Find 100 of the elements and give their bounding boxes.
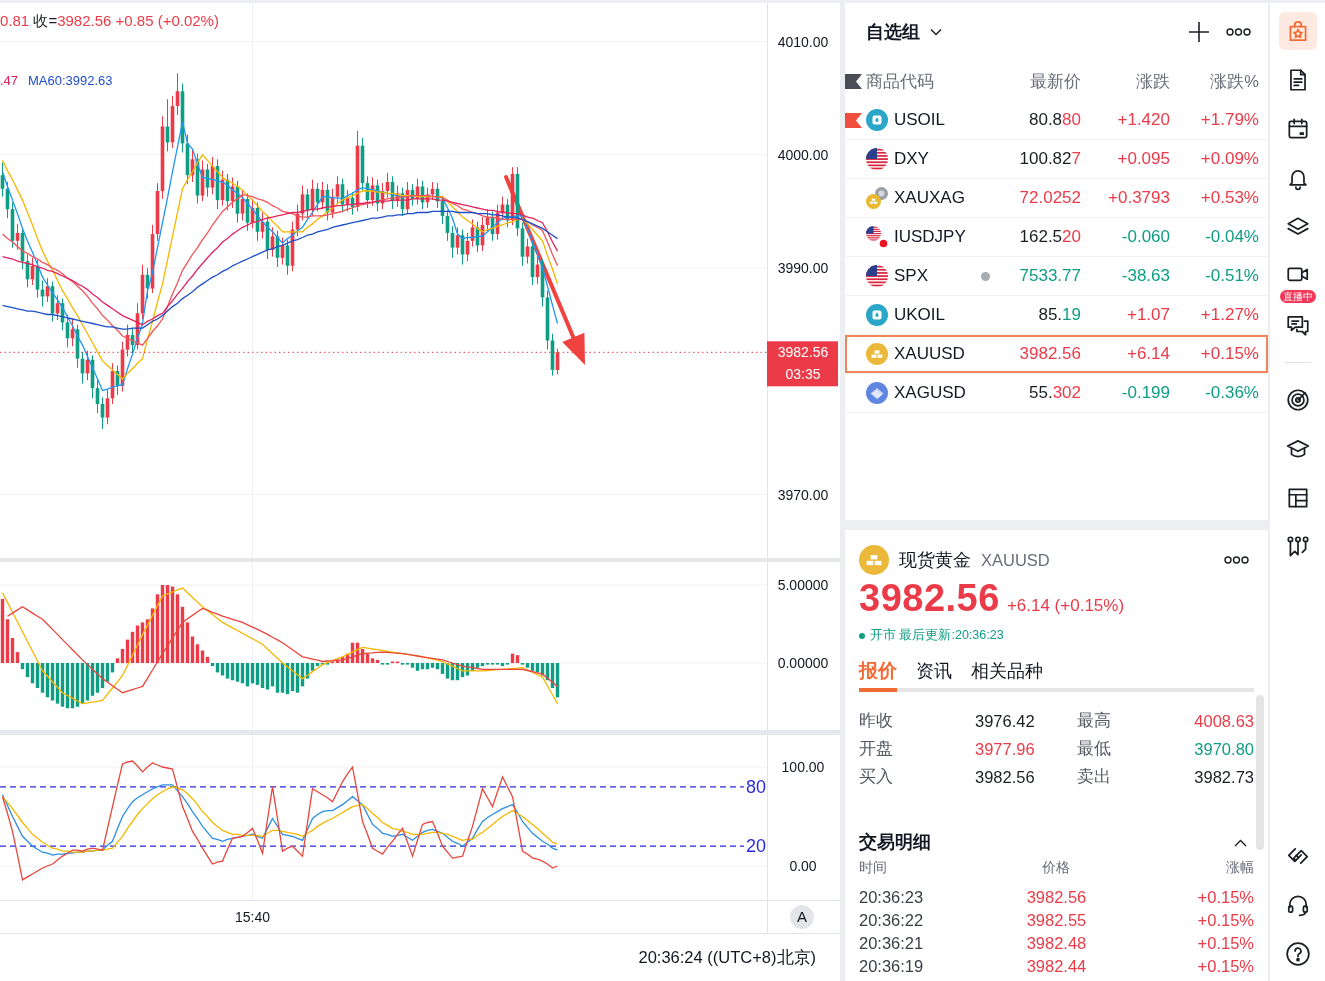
- change-text: +0.3793: [1107, 187, 1170, 210]
- ingots-coin-icon: [866, 343, 888, 365]
- symbol-text: XAGUSD: [894, 382, 966, 405]
- more-button[interactable]: [1224, 556, 1249, 564]
- tab[interactable]: 资讯: [916, 657, 952, 692]
- clock-text: 20:36:24 ((UTC+8)北京): [638, 947, 816, 969]
- change-text: +1.420: [1116, 109, 1170, 132]
- stat-label: 最低: [1077, 737, 1112, 760]
- watchlist-row[interactable]: DXY 100.827 +0.095 +0.09%: [845, 140, 1268, 179]
- axis-label: 4010.00: [777, 33, 829, 50]
- more-button[interactable]: [1226, 28, 1251, 36]
- coins-icon: [866, 187, 888, 209]
- symbol-text: XAUUSD: [894, 343, 965, 366]
- stat-label: 开盘: [859, 737, 894, 760]
- ingots-coin-icon: [859, 545, 889, 575]
- axis-label: 3990.00: [777, 260, 829, 276]
- column-header: 商品代码: [866, 70, 935, 92]
- more-icon: [1226, 28, 1251, 36]
- column-header: 涨幅: [1225, 858, 1254, 877]
- axis-label: 100.00: [781, 759, 825, 775]
- change-text: +0.095: [1116, 148, 1170, 171]
- more-icon: [1224, 556, 1249, 564]
- price-text: 162.520: [1018, 226, 1081, 249]
- striped-coin-icon: [866, 382, 888, 404]
- stat-value: 4008.63: [1194, 710, 1254, 732]
- add-button[interactable]: [1189, 22, 1209, 42]
- percent-text: -0.36%: [1204, 382, 1259, 405]
- symbol-text: IUSDJPY: [894, 226, 966, 249]
- watchlist-row[interactable]: UKOIL 85.19 +1.07 +1.27%: [845, 296, 1268, 335]
- time-text: 20:36:19: [859, 955, 925, 977]
- last-price: 3982.56: [859, 578, 1000, 618]
- price-text: 55.302: [1028, 382, 1081, 405]
- watchlist-row[interactable]: XAUXAG 72.0252 +0.3793 +0.53%: [845, 179, 1268, 218]
- droplet-icon: [866, 109, 888, 131]
- us-flag-icon: [866, 148, 888, 170]
- column-header: 涨跌%: [1209, 70, 1259, 92]
- ma-legend-text: .47: [0, 73, 19, 88]
- reference-label: 20: [745, 836, 766, 857]
- percent-text: +0.15%: [1196, 932, 1254, 954]
- watchlist-row[interactable]: XAUUSD 3982.56 +6.14 +0.15%: [845, 335, 1268, 374]
- percent-text: +0.15%: [1196, 909, 1254, 931]
- stat-label: 卖出: [1077, 765, 1112, 788]
- price-text: 7533.77: [1018, 265, 1081, 288]
- price-text: 3982.44: [1025, 955, 1088, 977]
- live-status-label: 直播中: [1279, 290, 1316, 303]
- watchlist-row[interactable]: SPX 7533.77 -38.63 -0.51%: [845, 257, 1268, 296]
- stat-value: 3970.80: [1194, 738, 1254, 760]
- price-text: 3982.56: [1018, 343, 1081, 366]
- change-text: -0.199: [1120, 382, 1170, 405]
- price-tag-value: 3982.56: [777, 344, 829, 361]
- watchlist-row[interactable]: XAGUSD 55.302 -0.199 -0.36%: [845, 374, 1268, 413]
- price-text: 80.880: [1028, 109, 1081, 132]
- column-header: 最新价: [1029, 70, 1081, 92]
- caret-up-icon[interactable]: [1234, 838, 1247, 847]
- countdown-text: 03:35: [785, 366, 821, 383]
- price-change: +6.14 (+0.15%): [1006, 595, 1125, 617]
- change-text: +1.07: [1126, 304, 1170, 327]
- tab[interactable]: 相关品种: [971, 657, 1043, 692]
- percent-text: +0.15%: [1196, 886, 1254, 908]
- price-text: 3982.55: [1025, 909, 1088, 931]
- radar-icon: [1284, 387, 1311, 413]
- stat-label: 昨收: [859, 709, 894, 732]
- help-icon: [1284, 941, 1311, 967]
- time-text: 20:36:23: [859, 886, 925, 908]
- percent-text: -0.04%: [1204, 226, 1259, 249]
- symbol-text: SPX: [894, 265, 929, 288]
- percent-text: +0.15%: [1196, 955, 1254, 977]
- symbol-text: XAUXAG: [894, 187, 965, 210]
- symbol-text: UKOIL: [894, 304, 946, 327]
- auto-scale-button[interactable]: A: [790, 905, 814, 929]
- flag-dot-icon: [866, 226, 888, 248]
- symbol-text: USOIL: [894, 109, 946, 132]
- watchlist-row[interactable]: IUSDJPY 162.520 -0.060 -0.04%: [845, 218, 1268, 257]
- percent-text: +1.27%: [1199, 304, 1259, 327]
- section-title: 交易明细: [859, 831, 931, 855]
- symbol-text: XAUUSD: [981, 549, 1050, 571]
- time-axis-label: 15:40: [235, 909, 270, 925]
- watchlist-row[interactable]: USOIL 80.880 +1.420 +1.79%: [845, 101, 1268, 140]
- price-text: 85.19: [1037, 304, 1081, 327]
- scrollbar[interactable]: [1256, 695, 1264, 850]
- ohlc-legend: 0.81 收=3982.56 +0.85 (+0.02%): [0, 12, 219, 29]
- column-header: 涨跌: [1135, 70, 1170, 92]
- percent-text: +0.09%: [1199, 148, 1259, 171]
- stat-value: 3982.56: [975, 766, 1036, 788]
- plus-icon: [1189, 22, 1209, 42]
- change-text: -0.060: [1120, 226, 1170, 249]
- symbol-text: DXY: [894, 148, 929, 171]
- time-text: 20:36:21: [859, 932, 925, 954]
- price-text: 3982.56: [1025, 886, 1088, 908]
- percent-text: +1.79%: [1199, 109, 1259, 132]
- change-text: +6.14: [1126, 343, 1170, 366]
- droplet-icon: [866, 304, 888, 326]
- ma-legend-text: MA60:3992.63: [28, 73, 113, 88]
- instrument-name: 现货黄金: [899, 548, 971, 572]
- watchlist-group-dropdown[interactable]: 自选组: [866, 18, 942, 46]
- stat-value: 3982.73: [1194, 766, 1254, 788]
- stat-label: 最高: [1077, 709, 1112, 732]
- route-icon: [1284, 534, 1311, 560]
- percent-text: +0.53%: [1199, 187, 1259, 210]
- price-text: 3982.48: [1025, 932, 1088, 954]
